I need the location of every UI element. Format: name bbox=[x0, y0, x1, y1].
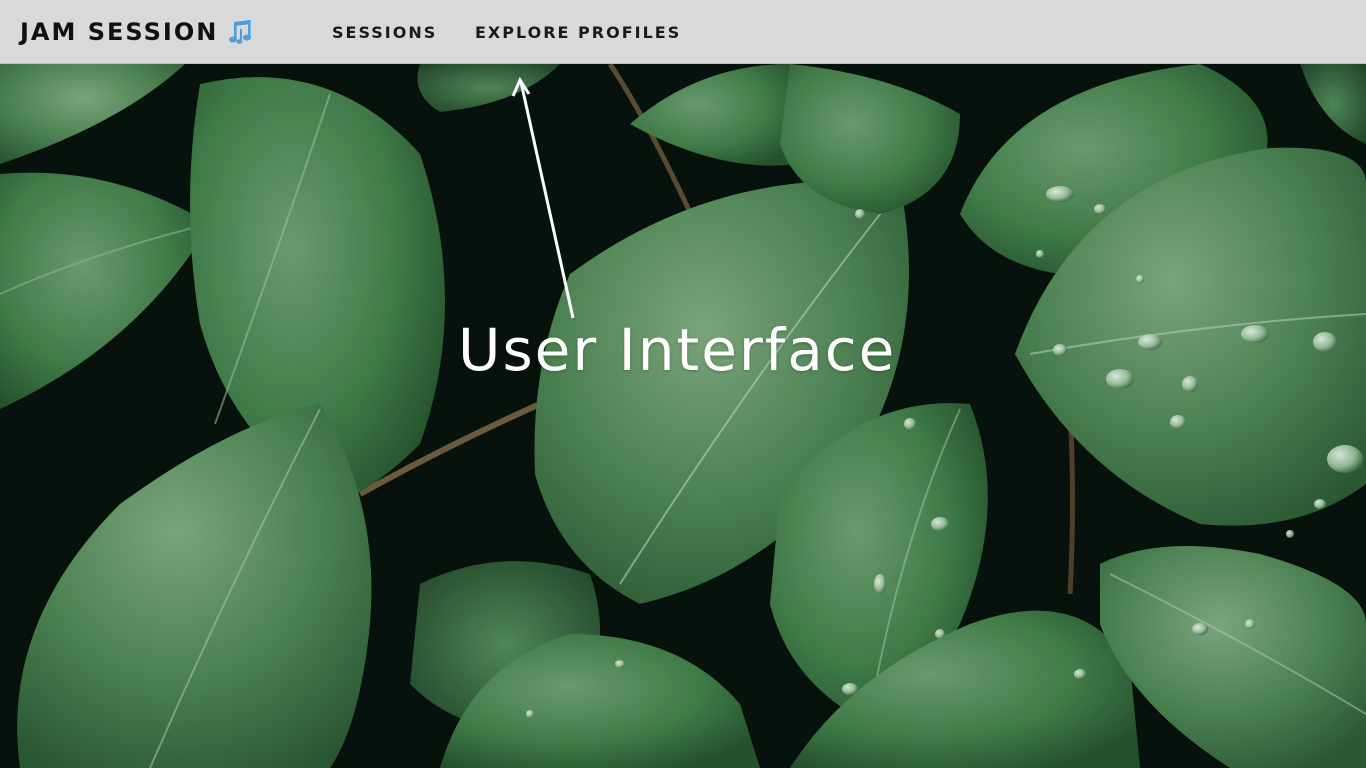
hero-title: User Interface bbox=[458, 316, 897, 384]
brand[interactable]: JAM SESSION bbox=[20, 0, 258, 64]
nav-link-explore-profiles[interactable]: EXPLORE PROFILES bbox=[475, 0, 681, 64]
brand-title[interactable]: JAM SESSION bbox=[20, 18, 218, 46]
hero-section: User Interface bbox=[0, 64, 1366, 768]
page: JAM SESSION SESSIONS EXPLORE PROFILES Us… bbox=[0, 0, 1366, 768]
top-navbar: JAM SESSION SESSIONS EXPLORE PROFILES bbox=[0, 0, 1366, 64]
music-notes-icon bbox=[229, 20, 252, 44]
nav-link-sessions[interactable]: SESSIONS bbox=[332, 0, 437, 64]
leaves-background-image bbox=[0, 64, 1366, 768]
